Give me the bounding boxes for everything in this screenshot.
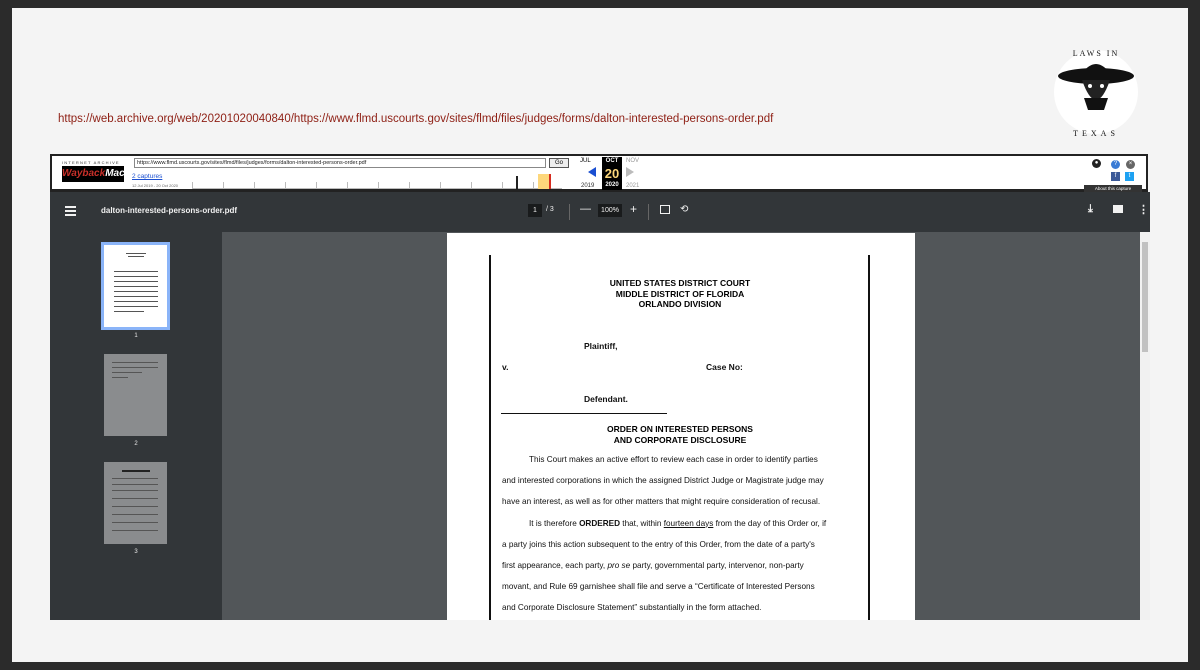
scrollbar-thumb[interactable] <box>1142 242 1148 352</box>
case-number-label: Case No: <box>706 362 743 372</box>
defendant-label: Defendant. <box>584 394 628 404</box>
wayback-url-input[interactable]: https://www.flmd.uscourts.gov/sites/flmd… <box>134 158 546 168</box>
more-options-icon[interactable]: ⋮ <box>1138 203 1149 216</box>
about-capture-button[interactable]: About this capture <box>1084 185 1142 192</box>
pdf-filename: dalton-interested-persons-order.pdf <box>101 206 238 215</box>
paragraph-line: a party joins this action subsequent to … <box>502 539 815 549</box>
month-prev[interactable]: JUL <box>580 158 591 164</box>
thumbnail-label: 1 <box>134 333 138 339</box>
page-total: / 3 <box>546 206 554 213</box>
wayback-tagline: INTERNET ARCHIVE <box>62 160 120 165</box>
month-next: NOV <box>626 158 640 164</box>
facebook-icon[interactable]: f <box>1111 172 1120 181</box>
go-button[interactable]: Go <box>549 158 569 168</box>
download-icon[interactable]: ⤓ <box>1088 203 1093 216</box>
page-left-rule <box>489 255 491 620</box>
month-current: OCT <box>602 157 622 166</box>
calendar-nav: JUL OCT NOV 20 2019 2020 2021 <box>570 157 640 191</box>
thumbnail-page-1[interactable] <box>101 242 170 330</box>
svg-text:TEXAS: TEXAS <box>1073 129 1119 138</box>
thumbnail-label: 3 <box>134 549 138 555</box>
plaintiff-label: Plaintiff, <box>584 341 618 351</box>
canvas: https://web.archive.org/web/202010200408… <box>12 8 1188 662</box>
zoom-in-icon[interactable]: + <box>630 202 637 216</box>
print-icon[interactable] <box>1113 205 1123 213</box>
next-capture-arrow-icon <box>626 167 634 177</box>
wayback-logo[interactable]: WaybackMachine <box>62 166 145 182</box>
zoom-input[interactable]: 100% <box>598 204 622 217</box>
fit-page-icon[interactable] <box>660 205 670 214</box>
page-right-rule <box>868 255 870 620</box>
pdf-toolbar: dalton-interested-persons-order.pdf 1 / … <box>50 192 1150 232</box>
twitter-icon[interactable]: t <box>1125 172 1134 181</box>
year-current: 2020 <box>602 181 622 190</box>
paragraph-line: and interested corporations in which the… <box>502 476 824 486</box>
close-icon[interactable]: × <box>1126 160 1135 169</box>
wayback-toolbar: INTERNET ARCHIVE WaybackMachine https://… <box>50 154 1148 192</box>
page-number-input[interactable]: 1 <box>528 204 542 217</box>
prev-capture-arrow-icon[interactable] <box>588 167 596 177</box>
rotate-icon[interactable]: ⟲ <box>680 204 688 215</box>
versus-label: v. <box>502 362 509 372</box>
order-body: This Court makes an active effort to rev… <box>502 449 859 619</box>
capture-sparkline[interactable] <box>192 174 562 189</box>
year-next: 2021 <box>626 183 640 189</box>
capture-day: 20 <box>602 166 622 181</box>
caption-rule <box>501 413 667 414</box>
thumbnail-sidebar: 1 2 3 <box>50 232 222 620</box>
paragraph-line: have an interest, as well as for other m… <box>502 497 821 507</box>
user-icon[interactable]: ● <box>1092 159 1101 168</box>
zoom-out-icon[interactable]: — <box>580 203 591 215</box>
paragraph-line: and Corporate Disclosure Statement” subs… <box>502 603 762 613</box>
source-url[interactable]: https://web.archive.org/web/202010200408… <box>58 113 773 125</box>
thumbnail-page-3[interactable] <box>104 462 167 544</box>
help-icon[interactable]: ? <box>1111 160 1120 169</box>
pdf-viewer: dalton-interested-persons-order.pdf 1 / … <box>50 192 1150 620</box>
wayback-controls: ● ? × f t About this capture <box>1082 158 1142 192</box>
menu-icon[interactable] <box>65 206 76 216</box>
paragraph-line: movant, and Rule 69 garnishee shall file… <box>502 582 815 592</box>
capture-marker-2019[interactable] <box>516 176 518 189</box>
captures-link[interactable]: 2 captures <box>132 173 162 180</box>
paragraph-line: first appearance, each party, pro se par… <box>502 561 804 571</box>
order-title: ORDER ON INTERESTED PERSONS AND CORPORAT… <box>607 424 753 445</box>
capture-range: 12 Jul 2019 - 20 Oct 2020 <box>132 183 179 188</box>
svg-text:LAWS IN: LAWS IN <box>1073 49 1119 58</box>
paragraph-line: It is therefore ORDERED that, within fou… <box>529 518 827 528</box>
scrollbar[interactable] <box>1140 232 1150 620</box>
toolbar-divider <box>569 204 570 220</box>
year-prev[interactable]: 2019 <box>581 183 594 189</box>
pdf-page: UNITED STATES DISTRICT COURT MIDDLE DIST… <box>447 233 915 620</box>
court-name: UNITED STATES DISTRICT COURT MIDDLE DIST… <box>609 278 751 309</box>
capture-marker-2020[interactable] <box>549 174 551 189</box>
current-year-highlight <box>538 174 549 189</box>
laws-in-texas-logo: LAWS IN TEXAS <box>1054 49 1138 138</box>
paragraph-line: This Court makes an active effort to rev… <box>529 455 818 464</box>
toolbar-divider <box>648 204 649 220</box>
thumbnail-page-2[interactable] <box>104 354 167 436</box>
thumbnail-label: 2 <box>134 441 138 447</box>
